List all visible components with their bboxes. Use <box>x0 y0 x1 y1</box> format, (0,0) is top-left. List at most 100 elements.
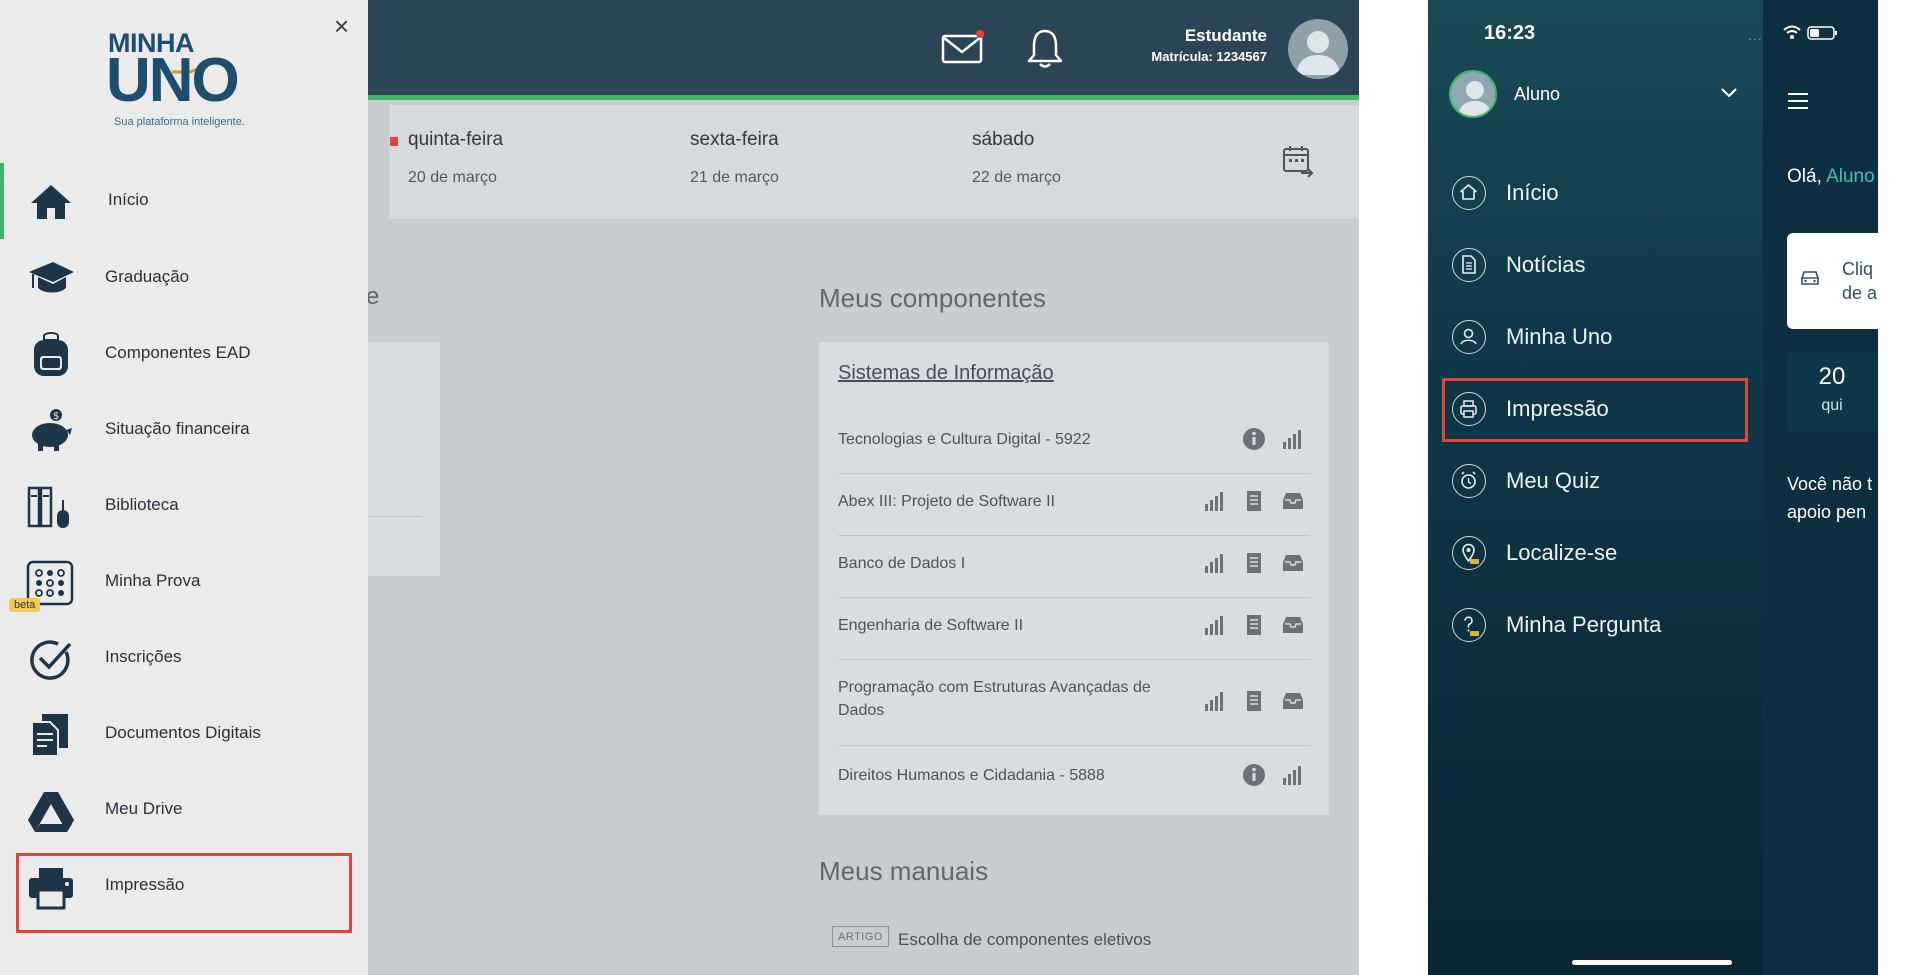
component-actions <box>1202 612 1306 638</box>
component-row[interactable]: Direitos Humanos e Cidadania - 5888 <box>838 746 1310 806</box>
date-chip[interactable]: 20 qui <box>1787 353 1877 431</box>
manuals-title: Meus manuais <box>819 856 989 886</box>
sidebar-item-graduacao[interactable]: Graduação <box>0 240 368 316</box>
inbox-icon[interactable] <box>1280 688 1306 714</box>
component-actions <box>1241 426 1306 452</box>
component-row[interactable]: Programação com Estruturas Avançadas de … <box>838 660 1310 746</box>
component-name: Tecnologias e Cultura Digital - 5922 <box>838 431 1091 448</box>
component-name: Engenharia de Software II <box>838 617 1024 634</box>
component-row[interactable]: Abex III: Projeto de Software II <box>838 474 1310 536</box>
inbox-icon[interactable] <box>1280 612 1306 638</box>
greeting-text: Olá, <box>1787 166 1827 187</box>
hamburger-menu-icon[interactable] <box>1787 92 1809 110</box>
menu-label: Início <box>1506 180 1559 205</box>
check-circle-icon <box>26 636 76 682</box>
logo-text-main: UNO <box>106 46 240 115</box>
beta-badge: beta <box>9 598 41 612</box>
day-name: sábado <box>972 129 1035 150</box>
avatar[interactable] <box>1288 19 1348 79</box>
library-icon <box>26 484 76 530</box>
manual-link[interactable]: Escolha de componentes eletivos <box>898 930 1151 950</box>
user-registration: Matrícula: 1234567 <box>1151 49 1267 64</box>
notes-icon[interactable] <box>1241 612 1267 638</box>
close-icon[interactable]: × <box>334 13 349 39</box>
greeting-name: Aluno <box>1826 166 1875 187</box>
transport-card[interactable]: Cliq de a <box>1787 233 1878 329</box>
component-row[interactable]: Tecnologias e Cultura Digital - 5922 <box>838 412 1310 474</box>
chevron-down-icon[interactable] <box>1720 86 1738 98</box>
minha-uno-logo: MINHA UNO Sua plataforma inteligente. <box>106 28 266 138</box>
mobile-app: 16:23 .... Aluno Início Notícias Minha U… <box>1428 0 1878 975</box>
today-marker <box>390 137 398 146</box>
mobile-main-content: Olá, Aluno Cliq de a 20 qui Você não t a… <box>1763 0 1878 975</box>
stats-icon[interactable] <box>1202 612 1228 638</box>
car-icon <box>1799 269 1821 287</box>
mobile-menu-item-noticias[interactable]: Notícias <box>1442 232 1748 298</box>
card-text: Cliq de a <box>1842 259 1878 303</box>
stats-icon[interactable] <box>1202 550 1228 576</box>
avatar[interactable] <box>1449 70 1497 118</box>
unread-dot <box>976 30 984 38</box>
backpack-icon <box>26 332 76 378</box>
day-date: 21 de março <box>690 169 779 186</box>
mail-icon[interactable] <box>940 28 986 68</box>
component-row[interactable]: Engenharia de Software II <box>838 598 1310 660</box>
sidebar-item-inicio[interactable]: Início <box>0 163 368 239</box>
info-icon[interactable] <box>1241 426 1267 452</box>
stats-icon[interactable] <box>1202 488 1228 514</box>
mobile-menu-item-localize-se[interactable]: Localize-se <box>1442 520 1748 586</box>
sidebar-item-label: Minha Prova <box>105 571 201 590</box>
day-column[interactable]: quinta-feira 20 de março <box>390 129 503 187</box>
component-row[interactable]: Banco de Dados I <box>838 536 1310 598</box>
stats-icon[interactable] <box>1280 426 1306 452</box>
screenshot-canvas: Estudante Matrícula: 1234567 quinta-feir… <box>0 0 1920 975</box>
mobile-menu-item-meu-quiz[interactable]: Meu Quiz <box>1442 448 1748 514</box>
component-name: Programação com Estruturas Avançadas de … <box>838 679 1151 719</box>
day-column[interactable]: sexta-feira 21 de março <box>690 129 779 187</box>
sidebar-item-documentos-digitais[interactable]: Documentos Digitais <box>0 696 368 772</box>
article-badge: ARTIGO <box>832 926 889 947</box>
user-name[interactable]: Aluno <box>1514 84 1560 105</box>
date-day: 20 <box>1818 363 1846 390</box>
notes-icon[interactable] <box>1241 550 1267 576</box>
alarm-icon <box>1452 464 1486 498</box>
sidebar-item-meu-drive[interactable]: Meu Drive <box>0 772 368 848</box>
notes-icon[interactable] <box>1241 688 1267 714</box>
stats-icon[interactable] <box>1202 688 1228 714</box>
highlight-box <box>16 853 352 933</box>
mobile-menu-item-minha-pergunta[interactable]: Minha Pergunta <box>1442 592 1748 658</box>
stats-icon[interactable] <box>1280 762 1306 788</box>
desktop-app: Estudante Matrícula: 1234567 quinta-feir… <box>0 0 1359 975</box>
sidebar-item-label: Biblioteca <box>105 495 179 514</box>
sidebar-item-biblioteca[interactable]: Biblioteca <box>0 468 368 544</box>
info-icon[interactable] <box>1241 762 1267 788</box>
notification-bell-icon[interactable] <box>1024 26 1066 70</box>
day-column[interactable]: sábado 22 de março <box>972 129 1061 187</box>
calendar-next-icon[interactable] <box>1281 143 1315 179</box>
inbox-icon[interactable] <box>1280 550 1306 576</box>
week-calendar-strip: quinta-feira 20 de março sexta-feira 21 … <box>389 105 1359 219</box>
profile-icon <box>1452 320 1486 354</box>
sidebar-item-componentes-ead[interactable]: Componentes EAD <box>0 316 368 392</box>
news-icon <box>1452 248 1486 282</box>
sidebar-item-situacao-financeira[interactable]: $ Situação financeira <box>0 392 368 468</box>
mobile-menu-item-inicio[interactable]: Início <box>1442 160 1748 226</box>
section-label-partial: e <box>366 283 380 310</box>
graduation-cap-icon <box>26 256 76 302</box>
notes-icon[interactable] <box>1241 488 1267 514</box>
question-icon <box>1452 608 1486 642</box>
sidebar-item-minha-prova[interactable]: Minha Prova <box>0 544 368 620</box>
status-time: 16:23 <box>1484 22 1536 44</box>
sidebar-item-inscricoes[interactable]: Inscrições <box>0 620 368 696</box>
day-date: 22 de março <box>972 169 1061 186</box>
home-icon <box>26 179 76 225</box>
inbox-icon[interactable] <box>1280 488 1306 514</box>
course-link[interactable]: Sistemas de Informação <box>838 362 1054 385</box>
day-date: 20 de março <box>408 169 497 186</box>
drive-icon <box>26 788 76 834</box>
sidebar-item-label: Situação financeira <box>105 419 250 438</box>
component-actions <box>1202 688 1306 714</box>
menu-label: Minha Pergunta <box>1506 612 1662 637</box>
mobile-menu-item-minha-uno[interactable]: Minha Uno <box>1442 304 1748 370</box>
info-text: Você não t apoio pen <box>1787 474 1873 522</box>
